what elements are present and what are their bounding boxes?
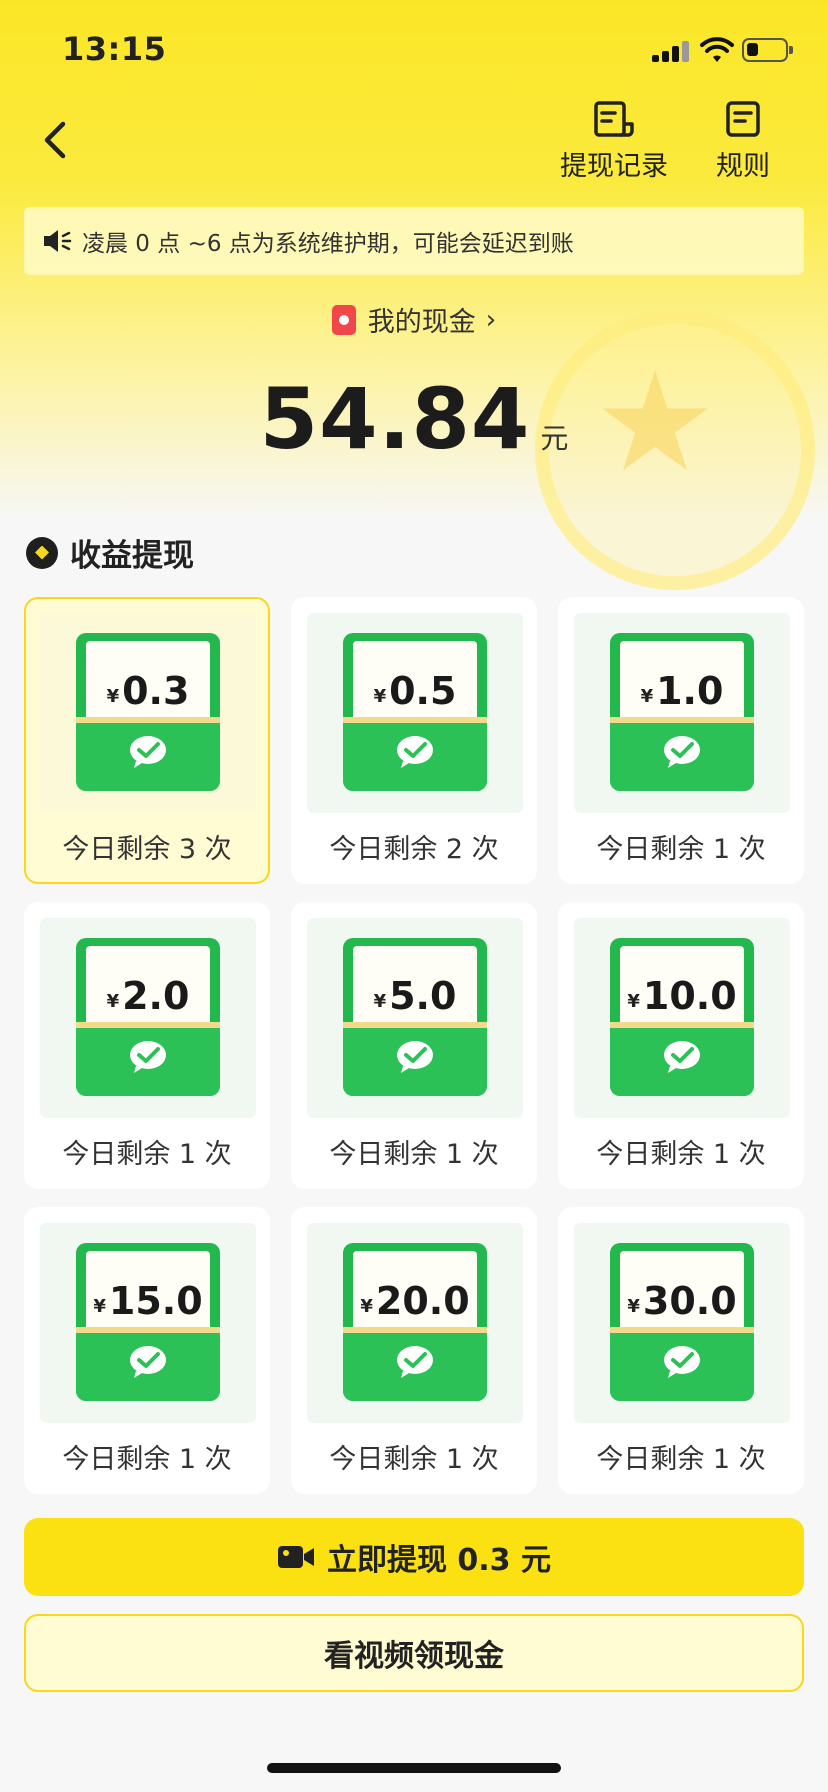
envelope-icon: ¥ 20.0: [343, 1243, 487, 1401]
option-amount: 5.0: [389, 974, 457, 1018]
red-packet-art: ¥ 0.5: [307, 613, 523, 813]
wifi-icon: [700, 37, 734, 62]
option-amount: 0.3: [122, 669, 190, 713]
document-icon: [726, 101, 760, 137]
wechat-icon: [130, 736, 166, 768]
red-packet-art: ¥ 15.0: [40, 1223, 256, 1423]
currency-symbol: ¥: [627, 1295, 640, 1317]
balance-display: 54.84 元: [0, 370, 828, 468]
withdraw-record-button[interactable]: 提现记录: [560, 100, 668, 183]
status-time: 13:15: [62, 30, 167, 68]
envelope-icon: ¥ 30.0: [610, 1243, 754, 1401]
withdraw-option-card[interactable]: ¥ 2.0 今日剩余 1 次: [24, 902, 270, 1189]
battery-icon: [742, 38, 793, 62]
withdraw-option-card[interactable]: ¥ 1.0 今日剩余 1 次: [558, 597, 804, 884]
currency-symbol: ¥: [93, 1295, 106, 1317]
red-packet-art: ¥ 10.0: [574, 918, 790, 1118]
withdraw-option-grid: ¥ 0.3 今日剩余 3 次 ¥ 0.5 今日剩余 2 次 ¥ 1.0 今日剩余…: [24, 597, 804, 1494]
option-amount: 1.0: [656, 669, 724, 713]
withdraw-option-card[interactable]: ¥ 0.3 今日剩余 3 次: [24, 597, 270, 884]
withdraw-option-card[interactable]: ¥ 20.0 今日剩余 1 次: [291, 1207, 537, 1494]
withdraw-option-card[interactable]: ¥ 15.0 今日剩余 1 次: [24, 1207, 270, 1494]
wechat-icon: [397, 1346, 433, 1378]
diamond-coin-icon: [26, 536, 58, 569]
currency-symbol: ¥: [373, 990, 387, 1012]
wechat-icon: [664, 736, 700, 768]
signal-icon: [652, 40, 690, 62]
envelope-icon: ¥ 0.5: [343, 633, 487, 791]
video-camera-icon: [277, 1546, 314, 1568]
option-amount: 15.0: [108, 1279, 203, 1323]
option-amount: 30.0: [642, 1279, 737, 1323]
rules-button[interactable]: 规则: [716, 100, 770, 183]
remaining-count: 今日剩余 1 次: [62, 1444, 232, 1475]
withdraw-record-label: 提现记录: [560, 151, 668, 182]
withdraw-option-card[interactable]: ¥ 30.0 今日剩余 1 次: [558, 1207, 804, 1494]
maintenance-notice: 凌晨 0 点 ~6 点为系统维护期，可能会延迟到账: [24, 207, 804, 275]
status-bar: 13:15: [0, 0, 828, 100]
envelope-icon: ¥ 5.0: [343, 938, 487, 1096]
currency-symbol: ¥: [640, 685, 654, 707]
red-packet-art: ¥ 1.0: [574, 613, 790, 813]
notice-text: 凌晨 0 点 ~6 点为系统维护期，可能会延迟到账: [82, 231, 574, 257]
envelope-icon: ¥ 1.0: [610, 633, 754, 791]
remaining-count: 今日剩余 2 次: [329, 834, 499, 865]
currency-symbol: ¥: [106, 685, 120, 707]
red-wallet-icon: [331, 304, 356, 335]
section-title: 收益提现: [26, 530, 194, 575]
rules-label: 规则: [716, 151, 770, 182]
red-packet-art: ¥ 5.0: [307, 918, 523, 1118]
home-indicator: [267, 1763, 561, 1773]
watch-video-label: 看视频领现金: [324, 1639, 504, 1674]
balance-amount: 54.84: [259, 370, 531, 468]
envelope-icon: ¥ 15.0: [76, 1243, 220, 1401]
wechat-icon: [130, 1346, 166, 1378]
chevron-left-icon: [44, 121, 66, 159]
wechat-icon: [664, 1346, 700, 1378]
envelope-icon: ¥ 10.0: [610, 938, 754, 1096]
envelope-icon: ¥ 0.3: [76, 633, 220, 791]
withdraw-now-label: 立即提现 0.3 元: [326, 1543, 552, 1578]
speaker-icon: [44, 230, 72, 252]
withdraw-option-card[interactable]: ¥ 5.0 今日剩余 1 次: [291, 902, 537, 1189]
remaining-count: 今日剩余 1 次: [596, 834, 766, 865]
red-packet-art: ¥ 0.3: [40, 613, 256, 813]
wechat-icon: [397, 1041, 433, 1073]
currency-symbol: ¥: [373, 685, 387, 707]
currency-symbol: ¥: [627, 990, 640, 1012]
remaining-count: 今日剩余 1 次: [329, 1139, 499, 1170]
option-amount: 10.0: [642, 974, 737, 1018]
red-packet-art: ¥ 20.0: [307, 1223, 523, 1423]
remaining-count: 今日剩余 1 次: [596, 1139, 766, 1170]
my-cash-link[interactable]: 我的现金 ›: [0, 300, 828, 339]
receipt-icon: [594, 101, 634, 137]
remaining-count: 今日剩余 3 次: [62, 834, 232, 865]
option-amount: 0.5: [389, 669, 457, 713]
watch-video-button[interactable]: 看视频领现金: [24, 1614, 804, 1692]
remaining-count: 今日剩余 1 次: [596, 1444, 766, 1475]
section-title-text: 收益提现: [70, 538, 194, 574]
remaining-count: 今日剩余 1 次: [62, 1139, 232, 1170]
red-packet-art: ¥ 2.0: [40, 918, 256, 1118]
red-packet-art: ¥ 30.0: [574, 1223, 790, 1423]
wechat-icon: [130, 1041, 166, 1073]
withdraw-option-card[interactable]: ¥ 10.0 今日剩余 1 次: [558, 902, 804, 1189]
option-amount: 2.0: [122, 974, 190, 1018]
balance-unit: 元: [540, 422, 569, 455]
back-button[interactable]: [30, 112, 80, 168]
currency-symbol: ¥: [360, 1295, 373, 1317]
my-cash-label: 我的现金: [367, 307, 476, 338]
chevron-right-icon: ›: [485, 304, 497, 335]
withdraw-now-button[interactable]: 立即提现 0.3 元: [24, 1518, 804, 1596]
envelope-icon: ¥ 2.0: [76, 938, 220, 1096]
currency-symbol: ¥: [106, 990, 120, 1012]
option-amount: 20.0: [375, 1279, 470, 1323]
withdraw-option-card[interactable]: ¥ 0.5 今日剩余 2 次: [291, 597, 537, 884]
wechat-icon: [664, 1041, 700, 1073]
wechat-icon: [397, 736, 433, 768]
remaining-count: 今日剩余 1 次: [329, 1444, 499, 1475]
